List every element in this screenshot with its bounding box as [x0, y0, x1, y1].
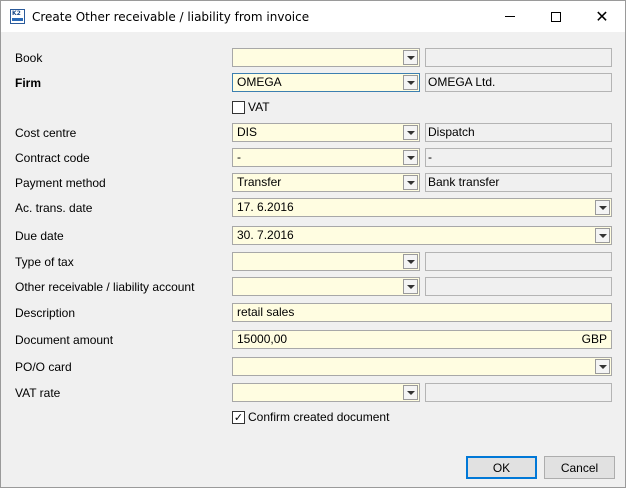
minimize-button[interactable] — [487, 1, 533, 32]
due-date-value: 30. 7.2016 — [237, 228, 294, 242]
type-of-tax-description — [425, 252, 612, 271]
firm-combo[interactable]: OMEGA — [232, 73, 420, 92]
account-description — [425, 277, 612, 296]
vat-checkbox[interactable] — [232, 101, 245, 114]
description-input[interactable]: retail sales — [232, 303, 612, 322]
confirm-label: Confirm created document — [248, 410, 390, 424]
contract-code-dropdown-button[interactable] — [403, 150, 418, 165]
cost-centre-description: Dispatch — [425, 123, 612, 142]
maximize-icon — [551, 11, 561, 22]
cancel-button[interactable]: Cancel — [544, 456, 615, 479]
ac-trans-date-dropdown-button[interactable] — [595, 200, 610, 215]
po-card-combo[interactable] — [232, 357, 612, 376]
book-label: Book — [15, 51, 43, 65]
chevron-down-icon — [406, 155, 415, 160]
vat-label: VAT — [248, 100, 270, 114]
contract-code-label: Contract code — [15, 151, 90, 165]
description-value: retail sales — [237, 305, 295, 319]
payment-method-dropdown-button[interactable] — [403, 175, 418, 190]
due-date-dropdown-button[interactable] — [595, 228, 610, 243]
book-combo[interactable] — [232, 48, 420, 67]
vat-rate-label: VAT rate — [15, 386, 61, 400]
chevron-down-icon — [406, 284, 415, 289]
window-title: Create Other receivable / liability from… — [32, 10, 310, 24]
book-dropdown-button[interactable] — [403, 50, 418, 65]
chevron-down-icon — [406, 390, 415, 395]
chevron-down-icon — [598, 364, 607, 369]
payment-method-combo[interactable]: Transfer — [232, 173, 420, 192]
app-icon-text: K2 — [12, 10, 21, 17]
document-amount-input[interactable]: 15000,00 GBP — [232, 330, 612, 349]
vat-rate-combo[interactable] — [232, 383, 420, 402]
document-amount-value: 15000,00 — [237, 332, 288, 346]
chevron-down-icon — [598, 205, 607, 210]
dialog-window: K2 Create Other receivable / liability f… — [0, 0, 626, 488]
minimize-icon — [505, 16, 515, 17]
description-label: Description — [15, 306, 76, 320]
ac-trans-date-value: 17. 6.2016 — [237, 200, 294, 214]
cost-centre-dropdown-button[interactable] — [403, 125, 418, 140]
firm-description: OMEGA Ltd. — [425, 73, 612, 92]
maximize-button[interactable] — [533, 1, 579, 32]
chevron-down-icon — [406, 130, 415, 135]
po-card-dropdown-button[interactable] — [595, 359, 610, 374]
type-of-tax-dropdown-button[interactable] — [403, 254, 418, 269]
ok-button[interactable]: OK — [466, 456, 537, 479]
close-button[interactable]: ✕ — [579, 1, 625, 32]
chevron-down-icon — [406, 180, 415, 185]
payment-method-value: Transfer — [237, 175, 282, 189]
payment-method-description: Bank transfer — [425, 173, 612, 192]
payment-method-label: Payment method — [15, 176, 106, 190]
po-card-label: PO/O card — [15, 360, 72, 374]
contract-code-description: - — [425, 148, 612, 167]
type-of-tax-combo[interactable] — [232, 252, 420, 271]
contract-code-combo[interactable]: - — [232, 148, 420, 167]
type-of-tax-label: Type of tax — [15, 255, 74, 269]
account-dropdown-button[interactable] — [403, 279, 418, 294]
title-bar: K2 Create Other receivable / liability f… — [1, 1, 625, 32]
chevron-down-icon — [406, 259, 415, 264]
currency-code: GBP — [581, 332, 607, 346]
account-combo[interactable] — [232, 277, 420, 296]
book-description — [425, 48, 612, 67]
due-date-label: Due date — [15, 229, 64, 243]
confirm-checkbox[interactable]: ✓ — [232, 411, 245, 424]
app-icon: K2 — [10, 9, 25, 24]
ac-trans-date-field[interactable]: 17. 6.2016 — [232, 198, 612, 217]
chevron-down-icon — [598, 233, 607, 238]
firm-dropdown-button[interactable] — [403, 75, 418, 90]
chevron-down-icon — [406, 55, 415, 60]
close-icon: ✕ — [595, 6, 609, 26]
document-amount-label: Document amount — [15, 333, 114, 347]
ac-trans-date-label: Ac. trans. date — [15, 201, 93, 215]
cost-centre-value: DIS — [237, 125, 258, 139]
checkmark-icon: ✓ — [233, 411, 244, 424]
chevron-down-icon — [406, 80, 415, 85]
firm-label: Firm — [15, 76, 42, 90]
cost-centre-combo[interactable]: DIS — [232, 123, 420, 142]
vat-rate-dropdown-button[interactable] — [403, 385, 418, 400]
account-label: Other receivable / liability account — [15, 280, 195, 294]
due-date-field[interactable]: 30. 7.2016 — [232, 226, 612, 245]
firm-value: OMEGA — [237, 75, 282, 89]
contract-code-value: - — [237, 150, 241, 164]
cost-centre-label: Cost centre — [15, 126, 77, 140]
vat-rate-description — [425, 383, 612, 402]
